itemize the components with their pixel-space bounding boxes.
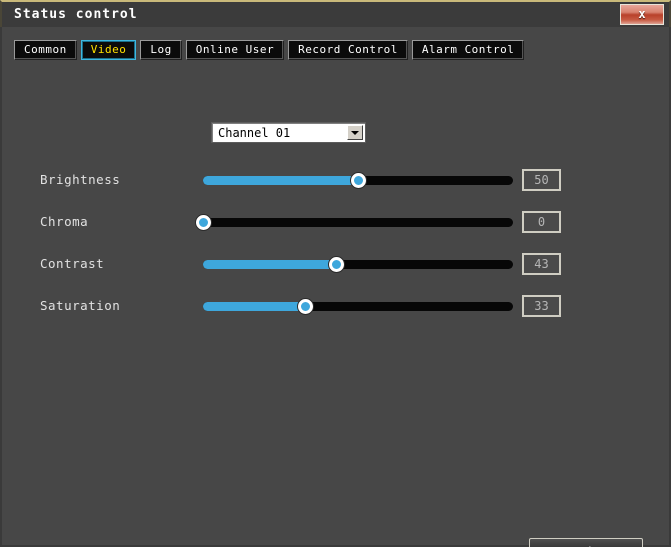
slider-handle[interactable] — [329, 257, 345, 272]
slider-value[interactable]: 33 — [522, 295, 561, 317]
title-bar: Status control x — [0, 0, 671, 27]
slider-fill — [203, 176, 358, 185]
slider-fill — [203, 260, 337, 269]
exit-button[interactable]: Exit — [529, 538, 643, 547]
slider-fill — [203, 302, 306, 311]
slider-label: Brightness — [40, 172, 121, 187]
tab-video[interactable]: Video — [80, 40, 137, 60]
slider-label: Saturation — [40, 298, 121, 313]
slider-row: Saturation 33 — [2, 292, 671, 320]
chevron-down-icon[interactable] — [347, 125, 363, 140]
slider-value[interactable]: 43 — [522, 253, 561, 275]
tab-record-control[interactable]: Record Control — [288, 40, 408, 60]
slider-value[interactable]: 0 — [522, 211, 561, 233]
slider-track[interactable] — [203, 299, 513, 314]
slider-label: Contrast — [40, 256, 105, 271]
slider-row: Chroma 0 — [2, 208, 671, 236]
slider-label: Chroma — [40, 214, 89, 229]
status-control-window: Status control x Common Video Log Online Us… — [0, 0, 671, 547]
channel-select[interactable]: Channel 01 — [211, 122, 366, 143]
chevron-down-glyph — [351, 131, 359, 135]
tab-log[interactable]: Log — [140, 40, 182, 60]
tab-common[interactable]: Common — [14, 40, 77, 60]
slider-row: Contrast 43 — [2, 250, 671, 278]
slider-row: Brightness 50 — [2, 166, 671, 194]
tab-online-user[interactable]: Online User — [185, 40, 285, 60]
close-icon[interactable]: x — [620, 4, 664, 25]
slider-track[interactable] — [196, 215, 513, 230]
channel-select-value: Channel 01 — [218, 126, 291, 140]
slider-track[interactable] — [203, 257, 513, 272]
slider-handle[interactable] — [196, 215, 211, 230]
tab-alarm-control[interactable]: Alarm Control — [411, 40, 525, 60]
slider-handle[interactable] — [298, 299, 314, 314]
slider-value[interactable]: 50 — [522, 169, 561, 191]
slider-handle[interactable] — [351, 173, 366, 188]
slider-track[interactable] — [203, 173, 513, 188]
tab-bar: Common Video Log Online User Record Control A… — [14, 40, 525, 60]
window-body: Common Video Log Online User Record Control A… — [0, 27, 671, 547]
window-title: Status control — [14, 7, 138, 22]
